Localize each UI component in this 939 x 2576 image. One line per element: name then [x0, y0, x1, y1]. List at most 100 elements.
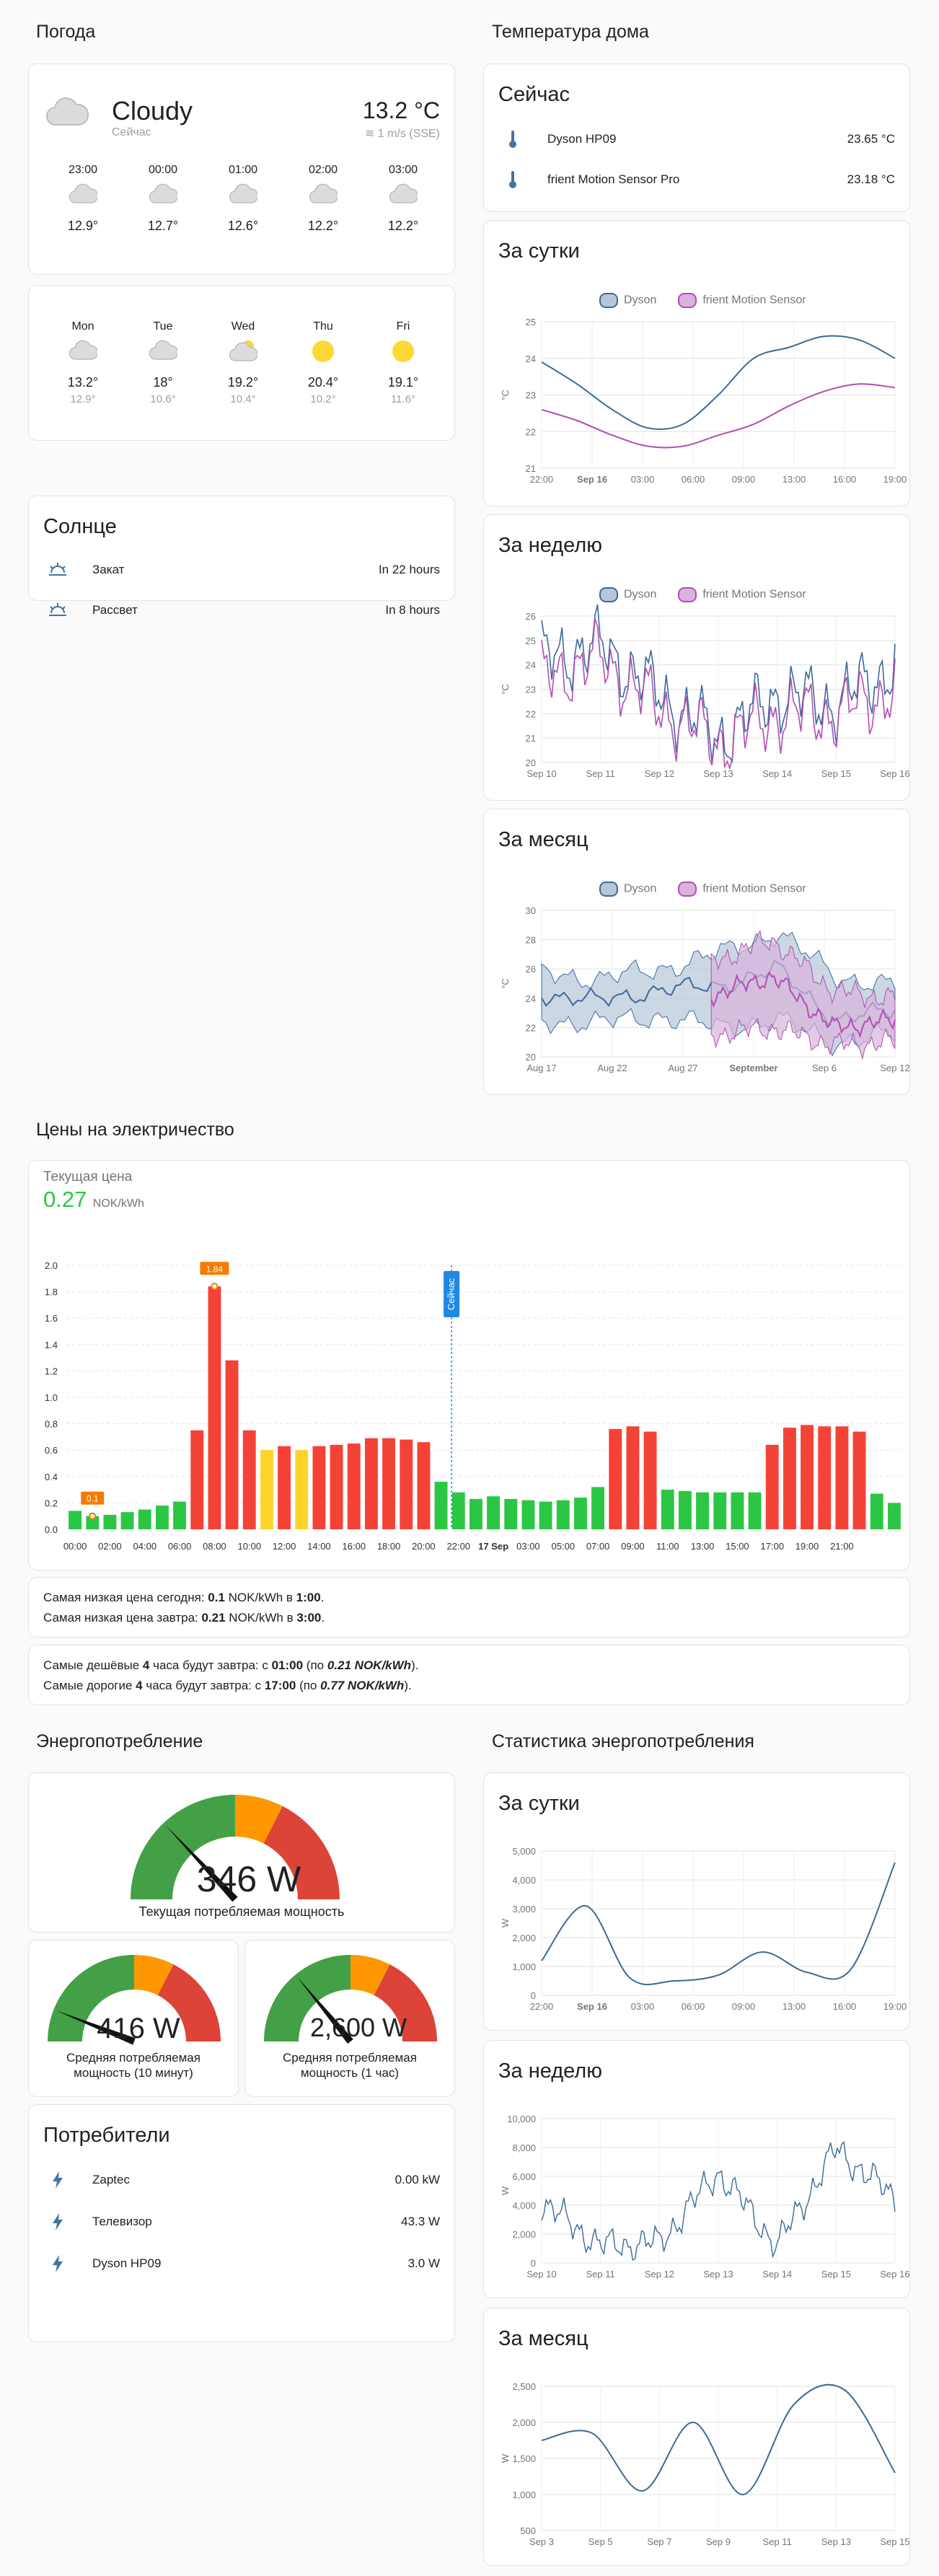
energy-week-chart[interactable]: 10,000 8,000 6,000 4,000 2,000 0Sep 10 Sep 11 S… — [484, 2041, 911, 2299]
hourly-time: 03:00 — [388, 164, 418, 176]
price-info-card-1: Самая низкая цена сегодня: 0.1 NOK/kWh в… — [28, 1577, 910, 1638]
hourly-temp: 12.2° — [307, 219, 339, 233]
price-bar — [731, 1492, 744, 1529]
consumer-row-dyson[interactable]: Dyson HP09 3.0 W — [43, 2249, 440, 2278]
y-tick-label: 10,000 — [507, 2114, 536, 2124]
y-tick-label: 24 — [526, 993, 536, 1004]
consumer-row-zaptec[interactable]: Zaptec 0.00 kW — [43, 2166, 440, 2194]
y-tick-label: 24 — [526, 660, 536, 671]
daily-low: 11.6° — [390, 393, 416, 405]
price-bar — [138, 1509, 151, 1529]
y-tick-label: 0.4 — [45, 1472, 58, 1482]
sunset-label: Закат — [92, 563, 125, 576]
thermometer-icon — [498, 165, 527, 194]
x-tick-label: Sep 11 — [586, 2269, 615, 2280]
y-tick-label: 26 — [526, 964, 536, 975]
daily-forecast-card[interactable]: Mon 13.2° 12.9° Tue 18° 10.6° Wed 19.2° 10.4° Thu… — [28, 285, 455, 441]
price-bar — [225, 1360, 239, 1529]
lightning-icon — [43, 2166, 72, 2194]
wind-icon: ≋ — [364, 128, 375, 140]
price-bar — [295, 1450, 309, 1529]
gauge-main-label: Текущая потребляемая мощность — [138, 1904, 345, 1919]
sunset-row[interactable]: Закат In 22 hours — [43, 555, 440, 584]
daily-day: Fri — [396, 320, 410, 333]
price-bar — [417, 1442, 431, 1529]
y-tick-label: 21 — [526, 463, 536, 474]
x-tick-label: 17:00 — [761, 1541, 785, 1552]
y-axis-label: °C — [500, 390, 511, 400]
gauge-main-card[interactable]: 346 W Текущая потребляемая мощность — [28, 1772, 455, 1933]
price-bar — [190, 1430, 204, 1530]
energy-day-chart[interactable]: 5,000 4,000 3,000 2,000 1,000 022:00 Sep 16 03:… — [484, 1773, 911, 2031]
hourly-temp: 12.7° — [147, 219, 179, 233]
hourly-item: 02:00 12.2° — [294, 164, 352, 234]
price-bar — [365, 1438, 378, 1529]
price-bar — [400, 1439, 413, 1529]
price-bar — [539, 1501, 552, 1529]
hourly-time: 01:00 — [228, 164, 258, 176]
x-tick-label: Sep 13 — [703, 768, 733, 779]
x-tick-label: 13:00 — [782, 2001, 806, 2012]
price-chart[interactable]: 2.0 1.8 1.6 1.4 1.2 1.0 0.8 0.6 0.4 0.2 0.0 00:00 02… — [29, 1161, 911, 1571]
daily-day: Mon — [71, 320, 94, 333]
daily-day: Tue — [153, 320, 173, 333]
sensor-row-frient[interactable]: frient Motion Sensor Pro 23.18 °C — [498, 165, 895, 194]
daily-low: 10.2° — [310, 393, 336, 405]
sensor-label: frient Motion Sensor Pro — [547, 172, 680, 186]
y-tick-label: 30 — [526, 905, 536, 916]
y-tick-label: 22 — [526, 1022, 536, 1033]
weather-temperature: 13.2 °C — [362, 97, 440, 123]
x-tick-label: Sep 13 — [703, 2269, 733, 2280]
x-tick-label: 00:00 — [63, 1541, 87, 1552]
price-bar — [173, 1501, 186, 1529]
y-tick-label: 1.2 — [45, 1366, 58, 1376]
x-tick-label: Sep 10 — [526, 768, 556, 779]
cloud-icon — [54, 339, 112, 371]
daily-high: 18° — [153, 375, 173, 390]
min-price-point — [89, 1512, 97, 1520]
sunrise-row[interactable]: Рассвет In 8 hours — [43, 596, 440, 625]
temp-month-chart[interactable]: 30 28 26 24 22 20Aug 17 Aug 22 Aug 27 September S… — [484, 809, 911, 1096]
home-temp-section-title: Температура дома — [492, 22, 649, 42]
price-bar — [330, 1444, 343, 1529]
daily-low: 10.4° — [230, 393, 256, 405]
temp-now-title: Сейчас — [498, 83, 570, 106]
series-line-dyson — [541, 335, 896, 431]
y-tick-label: 20 — [526, 1052, 536, 1063]
y-tick-label: 4,000 — [512, 2200, 536, 2211]
x-tick-label: Sep 12 — [880, 1063, 909, 1073]
price-bar — [382, 1438, 395, 1529]
x-tick-label: 09:00 — [732, 474, 756, 485]
energy-month-chart[interactable]: 2,500 2,000 1,500 1,000 500Sep 3 Sep 5 Sep 7 Se… — [484, 2308, 911, 2567]
daily-item: Thu 20.4° 10.2° — [294, 320, 352, 405]
y-axis-label: °C — [500, 978, 511, 989]
y-tick-label: 3,000 — [512, 1904, 536, 1915]
x-tick-label: 18:00 — [377, 1541, 401, 1552]
consumer-row-tv[interactable]: Телевизор 43.3 W — [43, 2207, 440, 2236]
lightning-icon — [43, 2207, 72, 2236]
x-tick-label: 06:00 — [168, 1541, 192, 1552]
temp-day-chart[interactable]: 25 24 23 22 2122:00 Sep 16 03:00 06:00 09:00 13:0… — [484, 221, 911, 507]
price-bar — [713, 1492, 727, 1529]
y-tick-label: 25 — [526, 636, 536, 646]
weather-card[interactable]: Cloudy Сейчас 13.2 °C ≋ 1 m/s (SSE) 23:0… — [28, 63, 455, 275]
price-bar — [156, 1505, 169, 1529]
x-tick-label: Aug 27 — [668, 1063, 697, 1073]
x-tick-label: 22:00 — [447, 1541, 471, 1552]
gauge-1h-card[interactable]: 2,600 W Средняя потребляемая мощность (1… — [244, 1940, 455, 2097]
price-bar — [451, 1492, 465, 1529]
min-price-label: 0.1 — [87, 1494, 99, 1504]
temp-week-chart[interactable]: 26 25 24 23 22 21 20Sep 10 Sep 11 Sep 12 Sep 13 Se… — [484, 515, 911, 801]
x-tick-label: 12:00 — [273, 1541, 296, 1552]
x-tick-label: Sep 6 — [812, 1063, 837, 1073]
y-tick-label: 0.8 — [45, 1419, 58, 1430]
y-tick-label: 1.8 — [45, 1287, 58, 1298]
sensor-row-dyson[interactable]: Dyson HP09 23.65 °C — [498, 125, 895, 154]
price-bar — [643, 1431, 657, 1529]
daily-item: Fri 19.1° 11.6° — [374, 320, 432, 405]
cloud-icon — [134, 183, 192, 214]
gauge-10min-card[interactable]: 416 W Средняя потребляемая мощность (10 … — [28, 1940, 239, 2097]
consumers-card: Потребители Zaptec 0.00 kW Телевизор 43.… — [28, 2104, 455, 2342]
y-tick-label: 1.6 — [45, 1313, 58, 1324]
cloud-icon — [214, 183, 272, 214]
